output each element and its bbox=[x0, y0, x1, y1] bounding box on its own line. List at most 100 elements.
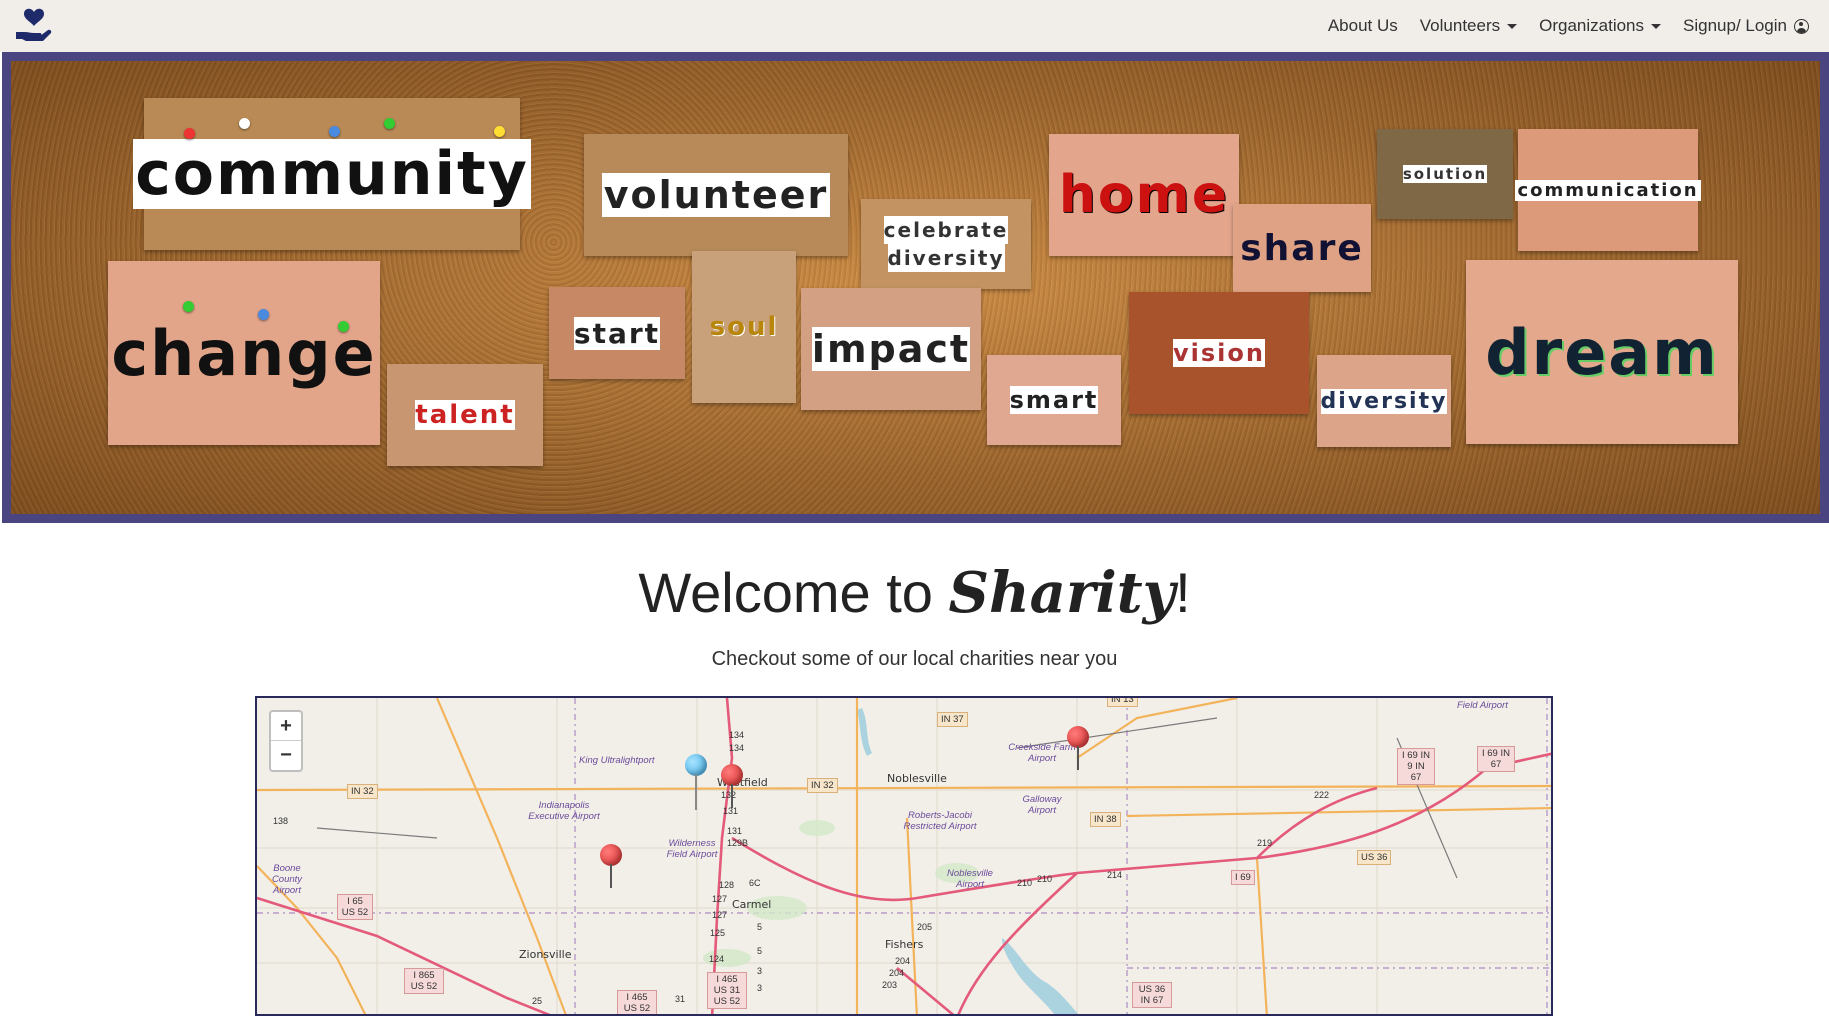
zoom-in-button[interactable]: + bbox=[271, 712, 301, 741]
map-road-shield: US 36 IN 67 bbox=[1132, 982, 1172, 1008]
map-exit-number: 129B bbox=[727, 838, 749, 848]
map-exit-number: 210 bbox=[1037, 874, 1053, 884]
welcome-prefix: Welcome to bbox=[638, 561, 949, 624]
map-marker-charity[interactable] bbox=[1067, 726, 1089, 774]
banner-word-community: community bbox=[133, 98, 531, 250]
map-town-fishers: Fishers bbox=[885, 938, 924, 951]
charities-map[interactable]: Westfield Noblesville Carmel Fishers Zio… bbox=[255, 696, 1553, 1016]
map-marker-charity[interactable] bbox=[600, 844, 622, 892]
hand-heart-icon[interactable] bbox=[14, 6, 54, 44]
map-road-shield: I 69 IN 9 IN 67 bbox=[1397, 748, 1435, 785]
map-town-noblesville: Noblesville bbox=[887, 772, 947, 785]
navbar: About Us Volunteers Organizations Signup… bbox=[0, 0, 1829, 52]
map-exit-number: 128 bbox=[719, 880, 735, 890]
banner-word-home: home bbox=[1049, 134, 1239, 256]
banner-word-text: solution bbox=[1402, 165, 1488, 183]
banner-word-soul: soul bbox=[692, 251, 796, 403]
map-road-shield: I 865 US 52 bbox=[404, 968, 444, 994]
banner-word-text: volunteer bbox=[601, 173, 831, 217]
map-airport: Wilderness Field Airport bbox=[666, 838, 718, 860]
banner-word-text: vision bbox=[1173, 339, 1265, 367]
banner-word-text: communication bbox=[1515, 179, 1701, 201]
map-road-shield: US 36 bbox=[1357, 850, 1392, 865]
map-exit-number: 3 bbox=[757, 983, 763, 993]
map-exit-number: 124 bbox=[709, 954, 725, 964]
map-road-shield: IN 13 bbox=[1107, 698, 1138, 707]
map-airport: Indianapolis Executive Airport bbox=[528, 800, 600, 822]
map-road-shield: I 465 US 31 US 52 bbox=[707, 972, 747, 1009]
nav-signup-label: Signup/ Login bbox=[1683, 16, 1787, 35]
user-circle-icon bbox=[1794, 18, 1809, 34]
banner-word-text: home bbox=[1058, 165, 1230, 225]
banner-word-smart: smart bbox=[987, 355, 1121, 445]
map-road-shield: IN 32 bbox=[807, 778, 838, 793]
chevron-down-icon bbox=[1507, 23, 1518, 29]
map-exit-number: 25 bbox=[532, 996, 543, 1006]
banner-word-text: impact bbox=[811, 327, 971, 371]
banner-word-solution: solution bbox=[1377, 129, 1513, 219]
banner-word-volunteer: volunteer bbox=[584, 134, 848, 256]
banner-word-vision: vision bbox=[1129, 292, 1309, 414]
map-marker-charity[interactable] bbox=[721, 764, 743, 812]
hero-banner-corkboard: community volunteer celebrate diversity … bbox=[2, 52, 1829, 523]
map-road-shield: I 69 IN 67 bbox=[1477, 746, 1515, 772]
nav-about-label: About Us bbox=[1327, 16, 1398, 35]
banner-word-celebrate-diversity: celebrate diversity bbox=[861, 199, 1031, 289]
banner-word-share: share bbox=[1233, 204, 1371, 292]
nav-organizations-label: Organizations bbox=[1539, 16, 1645, 35]
map-town-zionsville: Zionsville bbox=[519, 948, 572, 961]
map-road-shield: I 465 US 52 bbox=[617, 990, 657, 1014]
banner-word-start: start bbox=[549, 287, 685, 379]
map-exit-number: 5 bbox=[757, 922, 763, 932]
map-road-shield: IN 32 bbox=[347, 784, 378, 799]
welcome-subtitle: Checkout some of our local charities nea… bbox=[711, 648, 1118, 670]
zoom-out-button[interactable]: − bbox=[271, 741, 301, 770]
banner-word-text: change bbox=[111, 316, 377, 390]
map-zoom-control: + − bbox=[269, 710, 303, 772]
banner-word-dream: dream bbox=[1466, 260, 1738, 444]
map-airport: Field Airport bbox=[1457, 700, 1508, 711]
map-exit-number: 127 bbox=[712, 910, 728, 920]
nav-volunteers-dropdown[interactable]: Volunteers bbox=[1419, 16, 1518, 36]
map-exit-number: 204 bbox=[889, 968, 905, 978]
map-exit-number: 210 bbox=[1017, 878, 1033, 888]
banner-word-text: community bbox=[133, 139, 531, 209]
welcome-suffix: ! bbox=[1175, 561, 1191, 624]
map-exit-number: 5 bbox=[757, 946, 763, 956]
nav-organizations-dropdown[interactable]: Organizations bbox=[1539, 16, 1662, 36]
map-exit-number: 3 bbox=[757, 966, 763, 976]
banner-word-text: dream bbox=[1485, 315, 1719, 389]
nav-volunteers-label: Volunteers bbox=[1419, 16, 1501, 35]
map-road-shield: IN 38 bbox=[1090, 812, 1121, 827]
map-exit-number: 127 bbox=[712, 894, 728, 904]
banner-word-communication: communication bbox=[1515, 129, 1701, 251]
map-exit-number: 222 bbox=[1314, 790, 1330, 800]
banner-word-text: diversity bbox=[887, 244, 1005, 272]
banner-word-impact: impact bbox=[801, 288, 981, 410]
map-exit-number: 204 bbox=[895, 956, 911, 966]
map-exit-number: 31 bbox=[675, 994, 686, 1004]
map-marker-current-location[interactable] bbox=[685, 754, 707, 814]
banner-word-text: smart bbox=[1009, 386, 1099, 414]
map-airport: Boone County Airport bbox=[271, 863, 303, 896]
map-airport: Roberts-Jacobi Restricted Airport bbox=[903, 810, 977, 832]
map-exit-number: 134 bbox=[729, 743, 745, 753]
map-airport: King Ultralightport bbox=[579, 755, 655, 766]
map-exit-number: 203 bbox=[882, 980, 898, 990]
map-exit-number: 6C bbox=[749, 878, 761, 888]
brand-name: Sharity bbox=[948, 560, 1176, 626]
banner-word-text: talent bbox=[415, 400, 515, 430]
banner-word-talent: talent bbox=[387, 364, 543, 466]
map-exit-number: 131 bbox=[727, 826, 743, 836]
nav-signup-login[interactable]: Signup/ Login bbox=[1683, 16, 1809, 36]
map-road-shield: I 69 bbox=[1231, 870, 1255, 885]
map-exit-number: 205 bbox=[917, 922, 933, 932]
banner-word-text: share bbox=[1240, 227, 1364, 269]
welcome-heading: Welcome to Sharity! bbox=[0, 560, 1829, 626]
map-airport: Galloway Airport bbox=[1022, 794, 1062, 816]
map-exit-number: 134 bbox=[729, 730, 745, 740]
banner-word-change: change bbox=[108, 261, 380, 445]
nav-menu: About Us Volunteers Organizations Signup… bbox=[1328, 0, 1809, 52]
nav-about-us[interactable]: About Us bbox=[1328, 16, 1398, 36]
map-road-shield: IN 37 bbox=[937, 712, 968, 727]
